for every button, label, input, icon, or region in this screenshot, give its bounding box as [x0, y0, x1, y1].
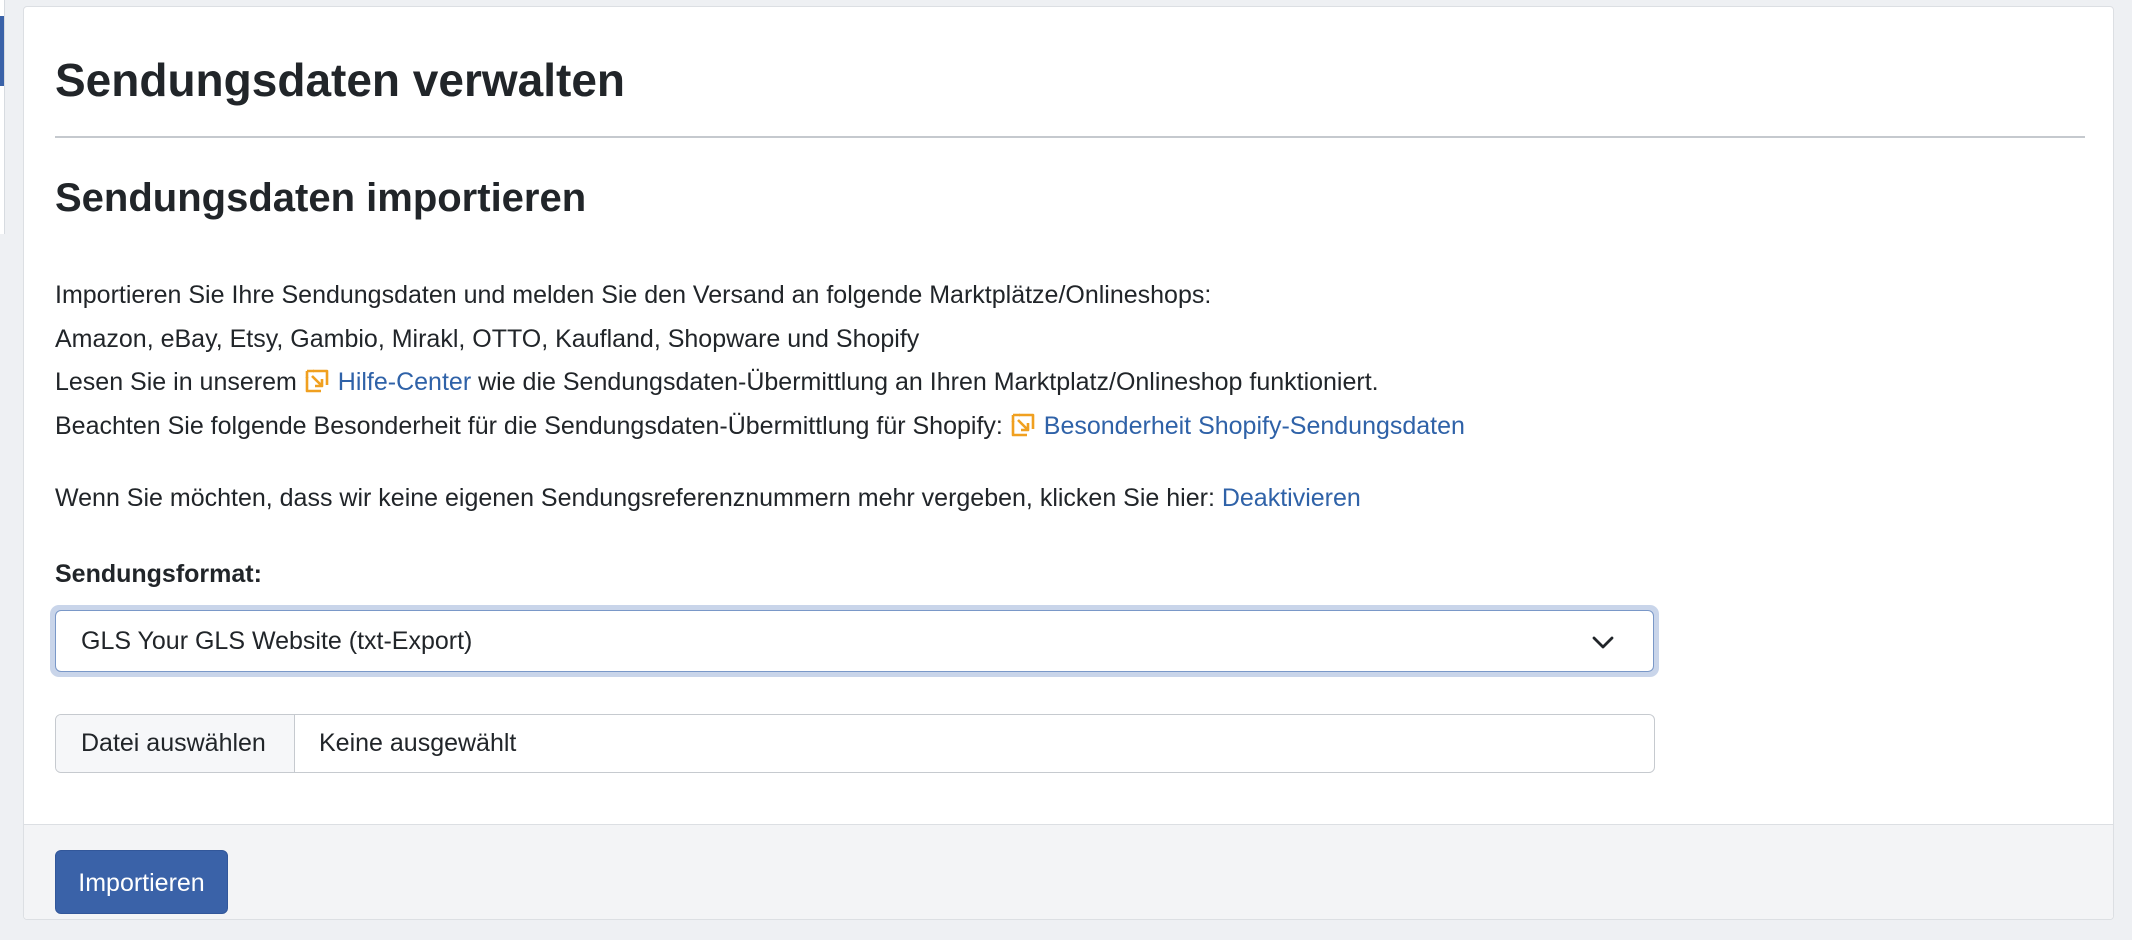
help-center-link-label: Hilfe-Center: [337, 368, 472, 396]
format-select-focus-ring: GLS Your GLS Website (txt-Export): [50, 605, 1659, 677]
page-title: Sendungsdaten verwalten: [55, 54, 626, 106]
shopify-note-prefix: Beachten Sie folgende Besonderheit für d…: [55, 411, 1010, 440]
shopify-note-line: Beachten Sie folgende Besonderheit für d…: [55, 405, 1465, 449]
deactivate-line: Wenn Sie möchten, dass wir keine eigenen…: [55, 478, 1361, 518]
format-select[interactable]: GLS Your GLS Website (txt-Export): [55, 610, 1654, 672]
title-divider: [55, 136, 2085, 138]
description-block: Importieren Sie Ihre Sendungsdaten und m…: [55, 274, 1465, 448]
sidebar-active-indicator: [0, 16, 4, 86]
help-center-link[interactable]: Hilfe-Center: [304, 368, 478, 396]
help-center-suffix: wie die Sendungsdaten-Übermittlung an Ih…: [478, 368, 1379, 396]
shopify-special-link-label: Besonderheit Shopify-Sendungsdaten: [1043, 411, 1465, 440]
external-link-icon: [1011, 413, 1035, 436]
format-label: Sendungsformat:: [55, 560, 262, 588]
content-card: Sendungsdaten verwalten Sendungsdaten im…: [23, 6, 2114, 920]
shopify-special-link[interactable]: Besonderheit Shopify-Sendungsdaten: [1010, 412, 1465, 440]
import-button[interactable]: Importieren: [55, 850, 228, 914]
sidebar-edge: [0, 0, 5, 234]
file-input[interactable]: Datei auswählen Keine ausgewählt: [55, 714, 1655, 773]
choose-file-button[interactable]: Datei auswählen: [56, 715, 295, 772]
deactivate-link[interactable]: Deaktivieren: [1222, 484, 1361, 512]
card-footer: Importieren: [24, 824, 2113, 919]
external-link-icon: [305, 369, 329, 393]
help-center-line: Lesen Sie in unserem Hilfe-Center wie di…: [55, 361, 1465, 405]
intro-line: Importieren Sie Ihre Sendungsdaten und m…: [55, 281, 1212, 309]
marketplaces-line: Amazon, eBay, Etsy, Gambio, Mirakl, OTTO…: [55, 324, 920, 353]
section-title: Sendungsdaten importieren: [55, 176, 587, 220]
help-center-prefix: Lesen Sie in unserem: [55, 368, 304, 396]
chevron-down-icon: [1592, 636, 1614, 649]
format-select-value: GLS Your GLS Website (txt-Export): [81, 627, 473, 655]
file-status: Keine ausgewählt: [319, 729, 517, 757]
deactivate-prefix: Wenn Sie möchten, dass wir keine eigenen…: [55, 484, 1222, 512]
